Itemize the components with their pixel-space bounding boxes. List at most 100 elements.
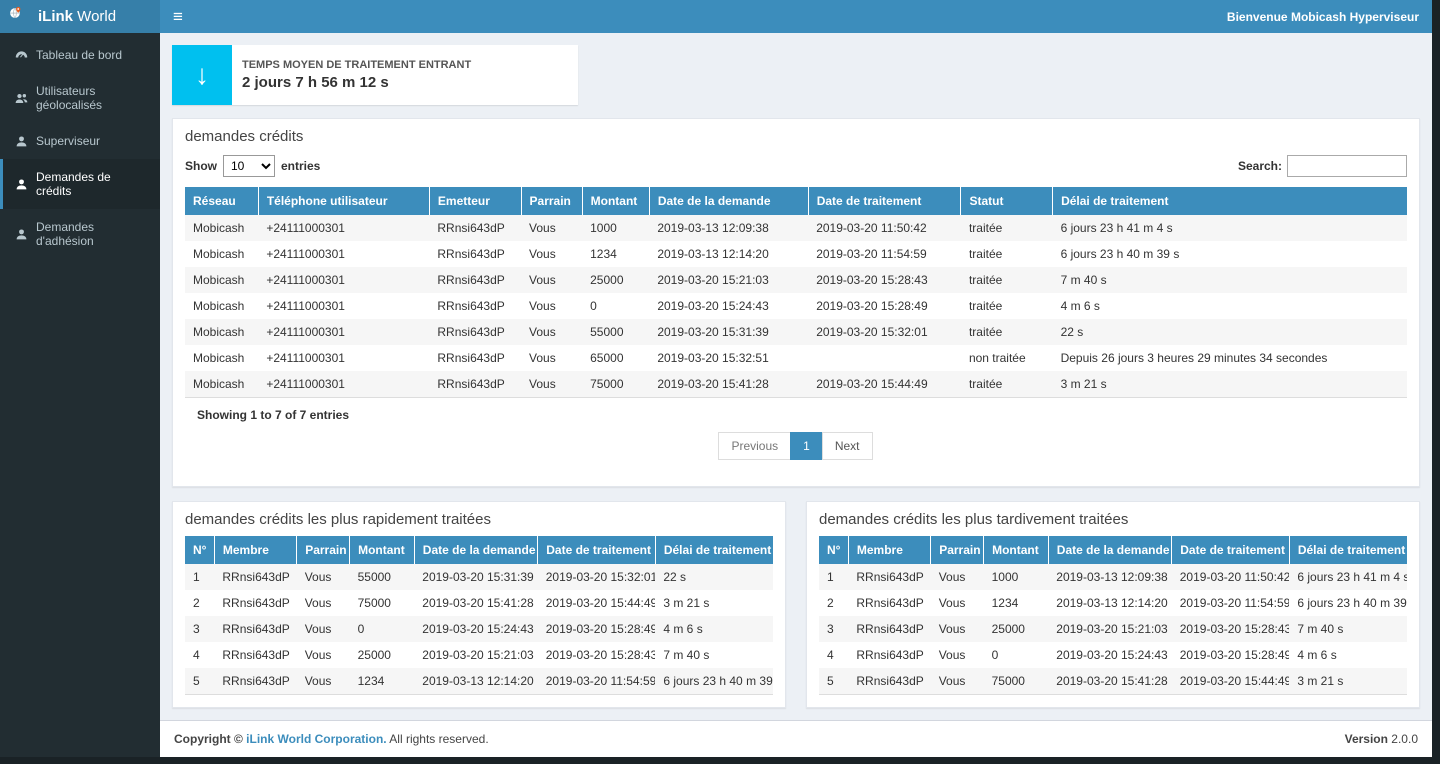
table-cell: RRnsi643dP — [214, 668, 296, 695]
table-cell: RRnsi643dP — [429, 345, 521, 371]
credit-requests-panel: demandes crédits Show 10 entries Search:… — [172, 118, 1420, 487]
table-cell: 2019-03-20 15:32:01 — [538, 564, 656, 590]
table-cell: 4 m 6 s — [1289, 642, 1407, 668]
table-cell: 55000 — [582, 319, 649, 345]
table-cell: 0 — [582, 293, 649, 319]
table-cell: 75000 — [984, 668, 1049, 695]
table-cell: 2019-03-20 15:28:43 — [808, 267, 961, 293]
column-header[interactable]: Membre — [214, 536, 296, 564]
table-row: 3RRnsi643dPVous250002019-03-20 15:21:032… — [819, 616, 1407, 642]
column-header[interactable]: Parrain — [297, 536, 350, 564]
table-cell: RRnsi643dP — [214, 616, 296, 642]
column-header[interactable]: Membre — [848, 536, 930, 564]
table-cell: 65000 — [582, 345, 649, 371]
column-header[interactable]: Délai de traitement — [1053, 187, 1407, 215]
column-header[interactable]: Montant — [350, 536, 415, 564]
table-cell: Vous — [297, 564, 350, 590]
company-link[interactable]: iLink World Corporation. — [246, 732, 386, 746]
table-cell: Vous — [521, 293, 582, 319]
panel-body: N°MembreParrainMontantDate de la demande… — [807, 536, 1419, 707]
table-cell: 2019-03-20 15:28:43 — [538, 642, 656, 668]
table-row: Mobicash+24111000301RRnsi643dPVous650002… — [185, 345, 1407, 371]
column-header[interactable]: Montant — [984, 536, 1049, 564]
column-header[interactable]: N° — [819, 536, 848, 564]
table-cell: 2019-03-20 15:41:28 — [649, 371, 808, 398]
table-row: 2RRnsi643dPVous12342019-03-13 12:14:2020… — [819, 590, 1407, 616]
column-header[interactable]: Date de la demande — [414, 536, 537, 564]
column-header[interactable]: Date de traitement — [1172, 536, 1290, 564]
column-header[interactable]: Parrain — [521, 187, 582, 215]
sidebar-item-demandes-de-credits[interactable]: Demandes de crédits — [0, 159, 160, 209]
table-cell: Vous — [297, 616, 350, 642]
table-cell: 2019-03-20 15:41:28 — [414, 590, 537, 616]
column-header[interactable]: Réseau — [185, 187, 258, 215]
table-cell: 2019-03-20 15:24:43 — [649, 293, 808, 319]
info-box-content: TEMPS MOYEN DE TRAITEMENT ENTRANT 2 jour… — [232, 45, 481, 105]
sidebar-toggle-button[interactable]: ≡ — [173, 8, 183, 25]
table-row: Mobicash+24111000301RRnsi643dPVous123420… — [185, 241, 1407, 267]
panel-title: demandes crédits les plus tardivement tr… — [807, 502, 1419, 536]
column-header[interactable]: Montant — [582, 187, 649, 215]
previous-page-button[interactable]: Previous — [718, 432, 791, 460]
table-cell: Vous — [297, 642, 350, 668]
table-cell: 4 — [819, 642, 848, 668]
column-header[interactable]: Date de la demande — [649, 187, 808, 215]
table-cell: Vous — [297, 590, 350, 616]
column-header[interactable]: Date de la demande — [1048, 536, 1171, 564]
table-cell: +24111000301 — [258, 241, 429, 267]
fastest-processed-panel: demandes crédits les plus rapidement tra… — [172, 501, 786, 708]
table-cell: 4 m 6 s — [1053, 293, 1407, 319]
column-header[interactable]: N° — [185, 536, 214, 564]
table-cell: Mobicash — [185, 371, 258, 398]
table-cell: 2019-03-20 15:41:28 — [1048, 668, 1171, 695]
table-cell: Mobicash — [185, 241, 258, 267]
column-header[interactable]: Date de traitement — [808, 187, 961, 215]
sidebar-item-label: Demandes d'adhésion — [36, 220, 148, 248]
table-cell: 2019-03-20 15:21:03 — [414, 642, 537, 668]
table-cell: RRnsi643dP — [848, 616, 930, 642]
table-cell: traitée — [961, 215, 1053, 241]
table-cell: 6 jours 23 h 40 m 39 s — [1053, 241, 1407, 267]
sidebar-item-superviseur[interactable]: Superviseur — [0, 123, 160, 159]
table-cell — [808, 345, 961, 371]
table-cell: traitée — [961, 267, 1053, 293]
table-cell: traitée — [961, 293, 1053, 319]
table-cell: 3 — [185, 616, 214, 642]
info-box-label: TEMPS MOYEN DE TRAITEMENT ENTRANT — [242, 59, 471, 71]
column-header[interactable]: Délai de traitement — [1289, 536, 1407, 564]
brand-logo[interactable]: iLink World — [0, 0, 160, 33]
table-cell: 3 m 21 s — [1289, 668, 1407, 695]
table-cell: Vous — [521, 241, 582, 267]
sidebar-item-utilisateurs-geolocalises[interactable]: Utilisateurs géolocalisés — [0, 73, 160, 123]
table-cell: Vous — [931, 642, 984, 668]
table-cell: RRnsi643dP — [429, 241, 521, 267]
page-length-select[interactable]: 10 — [223, 155, 275, 177]
table-cell: 2019-03-20 11:54:59 — [808, 241, 961, 267]
table-cell: +24111000301 — [258, 293, 429, 319]
column-header[interactable]: Téléphone utilisateur — [258, 187, 429, 215]
table-cell: 6 jours 23 h 40 m 39 s — [655, 668, 773, 695]
table-cell: RRnsi643dP — [848, 642, 930, 668]
next-page-button[interactable]: Next — [822, 432, 873, 460]
table-cell: 2019-03-20 15:44:49 — [808, 371, 961, 398]
table-cell: 2019-03-13 12:09:38 — [649, 215, 808, 241]
user-icon — [15, 178, 28, 191]
column-header[interactable]: Statut — [961, 187, 1053, 215]
table-cell: +24111000301 — [258, 319, 429, 345]
column-header[interactable]: Emetteur — [429, 187, 521, 215]
search-input[interactable] — [1287, 155, 1407, 177]
column-header[interactable]: Délai de traitement — [655, 536, 773, 564]
table-header-row: RéseauTéléphone utilisateurEmetteurParra… — [185, 187, 1407, 215]
page-1-button[interactable]: 1 — [790, 432, 823, 460]
column-header[interactable]: Date de traitement — [538, 536, 656, 564]
sidebar-item-tableau-de-bord[interactable]: Tableau de bord — [0, 37, 160, 73]
table-cell: 2019-03-20 11:50:42 — [1172, 564, 1290, 590]
table-header-row: N°MembreParrainMontantDate de la demande… — [819, 536, 1407, 564]
table-cell: 22 s — [1053, 319, 1407, 345]
sidebar-item-label: Demandes de crédits — [36, 170, 148, 198]
table-cell: 4 m 6 s — [655, 616, 773, 642]
table-cell: 2019-03-20 15:44:49 — [1172, 668, 1290, 695]
column-header[interactable]: Parrain — [931, 536, 984, 564]
sidebar-item-demandes-adhesion[interactable]: Demandes d'adhésion — [0, 209, 160, 259]
footer-copyright: Copyright © iLink World Corporation. All… — [174, 732, 489, 746]
